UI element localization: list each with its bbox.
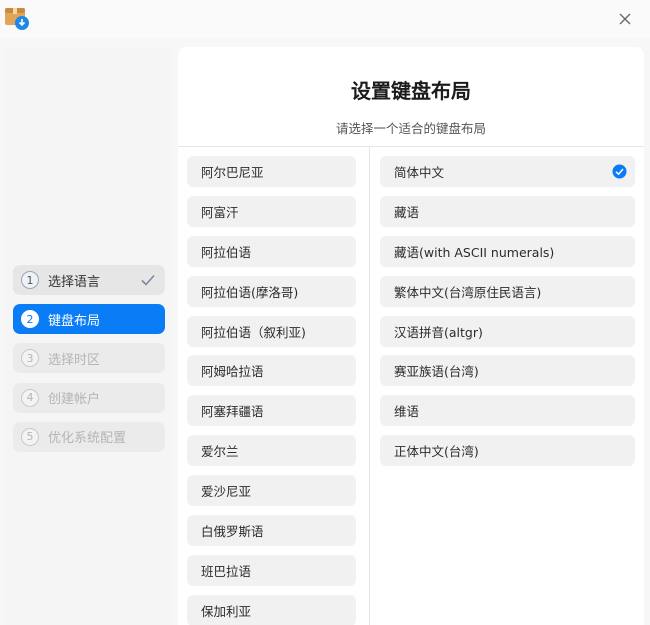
language-item[interactable]: 白俄罗斯语 <box>187 515 356 547</box>
close-button[interactable] <box>612 6 638 32</box>
step-label: 键盘布局 <box>48 313 101 329</box>
language-item[interactable]: 阿姆哈拉语 <box>187 355 356 387</box>
header-divider <box>178 146 644 147</box>
language-item[interactable]: 阿拉伯语（叙利亚) <box>187 315 356 347</box>
variant-item[interactable]: 藏语 <box>380 195 635 227</box>
layout-variant-list[interactable]: 简体中文 藏语 藏语(with ASCII numerals) 繁体中文(台湾原… <box>380 156 635 475</box>
variant-item[interactable]: 赛亚族语(台湾) <box>380 355 635 387</box>
variant-item[interactable]: 藏语(with ASCII numerals) <box>380 235 635 267</box>
language-item[interactable]: 阿尔巴尼亚 <box>187 156 356 187</box>
variant-item[interactable]: 维语 <box>380 395 635 427</box>
step-number: 1 <box>21 271 39 289</box>
step-label: 选择语言 <box>48 274 101 290</box>
language-item[interactable]: 阿塞拜疆语 <box>187 395 356 427</box>
package-installer-icon <box>4 5 30 31</box>
column-divider <box>369 147 370 625</box>
checkmark-icon <box>141 274 155 286</box>
keyboard-layout-panel: 设置键盘布局 请选择一个适合的键盘布局 阿尔巴尼亚 阿富汗 阿拉伯语 阿拉伯语(… <box>178 47 644 625</box>
step-list: 1 选择语言 2 键盘布局 3 选择时区 4 创建帐户 5 优化系统配置 <box>13 265 165 461</box>
step-number: 5 <box>21 427 39 446</box>
language-item[interactable]: 阿拉伯语(摩洛哥) <box>187 275 356 307</box>
step-number: 2 <box>21 310 39 329</box>
close-icon <box>619 13 631 25</box>
step-select-timezone[interactable]: 3 选择时区 <box>13 343 165 374</box>
variant-label: 简体中文 <box>394 165 445 180</box>
variant-item[interactable]: 正体中文(台湾) <box>380 435 635 467</box>
variant-item[interactable]: 汉语拼音(altgr) <box>380 315 635 347</box>
step-label: 优化系统配置 <box>48 431 127 447</box>
language-item[interactable]: 阿富汗 <box>187 195 356 227</box>
title-bar <box>0 0 650 38</box>
step-select-language[interactable]: 1 选择语言 <box>13 265 165 295</box>
language-list[interactable]: 阿尔巴尼亚 阿富汗 阿拉伯语 阿拉伯语(摩洛哥) 阿拉伯语（叙利亚) 阿姆哈拉语… <box>187 156 356 625</box>
step-keyboard-layout[interactable]: 2 键盘布局 <box>13 304 165 335</box>
language-item[interactable]: 爱沙尼亚 <box>187 475 356 507</box>
step-sidebar: 1 选择语言 2 键盘布局 3 选择时区 4 创建帐户 5 优化系统配置 <box>4 47 173 625</box>
step-create-account[interactable]: 4 创建帐户 <box>13 382 165 413</box>
language-item[interactable]: 保加利亚 <box>187 594 356 625</box>
page-subtitle: 请选择一个适合的键盘布局 <box>335 121 486 136</box>
step-number: 4 <box>21 388 39 407</box>
variant-item-selected[interactable]: 简体中文 <box>380 156 635 187</box>
step-label: 选择时区 <box>48 352 101 368</box>
page-title: 设置键盘布局 <box>351 79 471 103</box>
language-item[interactable]: 阿拉伯语 <box>187 235 356 267</box>
step-label: 创建帐户 <box>48 392 101 408</box>
language-item[interactable]: 班巴拉语 <box>187 554 356 586</box>
variant-item[interactable]: 繁体中文(台湾原住民语言) <box>380 275 635 307</box>
step-optimize-system[interactable]: 5 优化系统配置 <box>13 421 165 452</box>
language-item[interactable]: 爱尔兰 <box>187 435 356 467</box>
step-number: 3 <box>21 349 39 368</box>
selected-check-icon <box>612 164 627 179</box>
